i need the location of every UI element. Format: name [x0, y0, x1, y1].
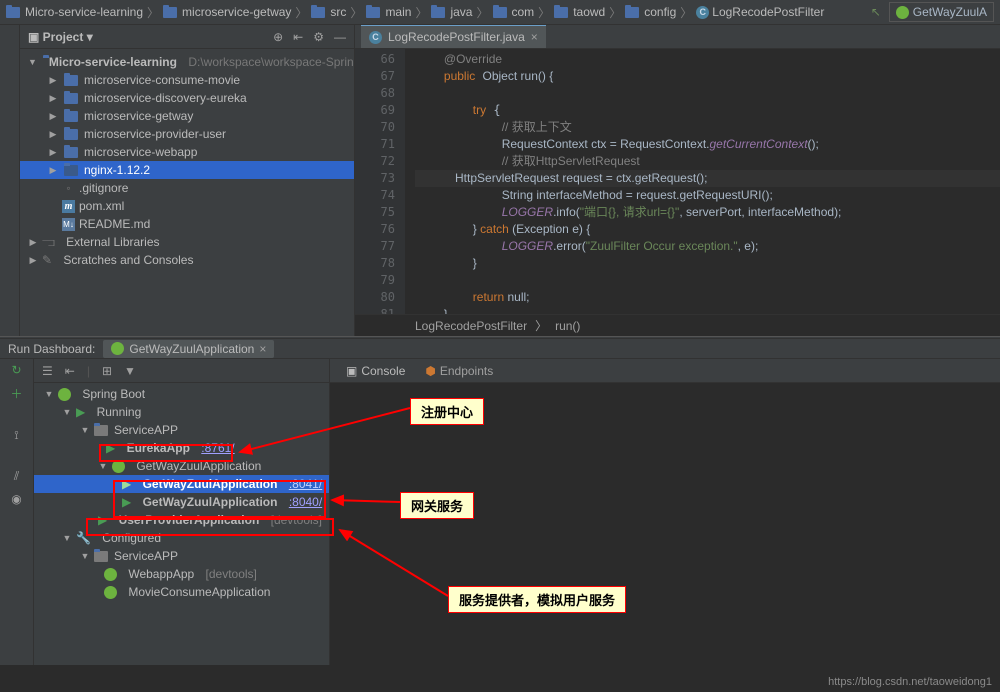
- rt-running[interactable]: ▼▶ Running: [34, 403, 329, 421]
- crumb[interactable]: java: [431, 5, 472, 19]
- run-dashboard-bar: Run Dashboard: GetWayZuulApplication ×: [0, 339, 1000, 359]
- tree-file-gitignore[interactable]: ◦.gitignore: [20, 179, 354, 197]
- filter-icon[interactable]: ▼: [124, 364, 136, 378]
- rt-userprovider[interactable]: ▶ UserProviderApplication [devtools] :90…: [34, 511, 329, 529]
- console-tabs: ▣Console ⬢Endpoints: [330, 359, 1000, 383]
- crumb[interactable]: src: [311, 5, 346, 19]
- editor: C LogRecodePostFilter.java × 66676869707…: [355, 25, 1000, 336]
- line-gutter[interactable]: 6667686970717273747576777879808182: [355, 49, 405, 314]
- close-icon[interactable]: ×: [531, 30, 538, 44]
- tree-module[interactable]: ▶microservice-provider-user: [20, 125, 354, 143]
- run-tree-panel: ☰ ⇤ | ⊞ ▼ ▼ Spring Boot ▼▶ Running ▼Serv…: [34, 359, 330, 665]
- run-config-selector[interactable]: GetWayZuulA: [889, 2, 994, 22]
- editor-tab-label: LogRecodePostFilter.java: [388, 30, 525, 44]
- rt-serviceapp[interactable]: ▼ServiceAPP: [34, 421, 329, 439]
- run-toolbar: ↻ ＋ ⟟ ⫽ ◉: [0, 359, 34, 665]
- left-gutter-bar[interactable]: [0, 25, 20, 336]
- tab-endpoints[interactable]: ⬢Endpoints: [417, 360, 501, 382]
- tree-file-readme[interactable]: M↓README.md: [20, 215, 354, 233]
- crumb-class[interactable]: CLogRecodePostFilter: [696, 5, 824, 19]
- crumb[interactable]: main: [366, 5, 411, 19]
- close-icon[interactable]: ×: [259, 342, 266, 356]
- rt-spring-boot[interactable]: ▼ Spring Boot: [34, 385, 329, 403]
- annotation-label-3: 服务提供者，模拟用户服务: [448, 586, 626, 613]
- tree-module[interactable]: ▶microservice-discovery-eureka: [20, 89, 354, 107]
- crumb[interactable]: microservice-getway: [163, 5, 291, 19]
- java-class-icon: C: [369, 31, 382, 44]
- project-tool-window: ▣ Project ▾ ⊕ ⇤ ⚙ — ▼Micro-service-learn…: [20, 25, 355, 336]
- tree-scratches[interactable]: ▶✎ Scratches and Consoles: [20, 251, 354, 269]
- run-dashboard-tab-label: GetWayZuulApplication: [129, 342, 254, 356]
- spring-icon: [111, 342, 124, 355]
- editor-tabs: C LogRecodePostFilter.java ×: [355, 25, 1000, 49]
- editor-tab[interactable]: C LogRecodePostFilter.java ×: [361, 25, 546, 48]
- rt-webapp[interactable]: WebappApp [devtools]: [34, 565, 329, 583]
- tree-module[interactable]: ▶microservice-webapp: [20, 143, 354, 161]
- collapse-all-icon[interactable]: ⇤: [293, 30, 303, 44]
- run-dashboard-title: Run Dashboard:: [8, 342, 95, 356]
- rt-serviceapp-2[interactable]: ▼ServiceAPP: [34, 547, 329, 565]
- tree-module[interactable]: ▶microservice-getway: [20, 107, 354, 125]
- tree-module[interactable]: ▶microservice-consume-movie: [20, 71, 354, 89]
- spring-icon: [896, 6, 909, 19]
- console-body[interactable]: [330, 383, 1000, 665]
- camera-icon[interactable]: ◉: [11, 492, 21, 506]
- layout-icon[interactable]: ⊞: [102, 364, 112, 378]
- tree-file-pom[interactable]: mpom.xml: [20, 197, 354, 215]
- scroll-from-source-icon[interactable]: ⊕: [273, 30, 283, 44]
- page-watermark: https://blog.csdn.net/taoweidong1: [820, 674, 1000, 692]
- hide-icon[interactable]: —: [334, 30, 346, 44]
- crumb-root[interactable]: Micro-service-learning: [6, 5, 143, 19]
- run-dashboard-tab[interactable]: GetWayZuulApplication ×: [103, 340, 274, 358]
- run-config-label: GetWayZuulA: [913, 5, 987, 19]
- crumb[interactable]: taowd: [554, 5, 605, 19]
- crumb[interactable]: config: [625, 5, 676, 19]
- breadcrumb: Micro-service-learning〉 microservice-get…: [0, 0, 1000, 25]
- run-tree-toolbar: ☰ ⇤ | ⊞ ▼: [34, 359, 329, 383]
- rt-configured[interactable]: ▼🔧 Configured: [34, 529, 329, 547]
- project-view-selector[interactable]: ▣ Project ▾: [28, 30, 93, 44]
- annotation-label-2: 网关服务: [400, 492, 474, 519]
- tree-item-nginx[interactable]: ▶nginx-1.12.2: [20, 161, 354, 179]
- rt-movie[interactable]: MovieConsumeApplication: [34, 583, 329, 601]
- expand-icon[interactable]: ☰: [42, 364, 53, 378]
- pin-icon[interactable]: ⟟: [14, 428, 18, 443]
- crumb[interactable]: com: [493, 5, 535, 19]
- project-tree[interactable]: ▼Micro-service-learning D:\workspace\wor…: [20, 49, 354, 336]
- tree-root[interactable]: ▼Micro-service-learning D:\workspace\wor…: [20, 53, 354, 71]
- endpoints-icon: ⬢: [425, 364, 435, 378]
- rt-eureka[interactable]: ▶ EurekaApp :8761/: [34, 439, 329, 457]
- code-area[interactable]: @Override public Object run() { try { //…: [405, 49, 1000, 314]
- run-tree[interactable]: ▼ Spring Boot ▼▶ Running ▼ServiceAPP ▶ E…: [34, 383, 329, 665]
- settings-icon[interactable]: ⫽: [14, 469, 19, 484]
- build-icon[interactable]: ↖: [871, 5, 881, 19]
- rerun-icon[interactable]: ↻: [11, 363, 21, 377]
- rt-getway-2[interactable]: ▶ GetWayZuulApplication :8040/: [34, 493, 329, 511]
- annotation-label-1: 注册中心: [410, 398, 484, 425]
- console-icon: ▣: [346, 364, 357, 378]
- editor-breadcrumb[interactable]: LogRecodePostFilter〉run(): [355, 314, 1000, 336]
- tree-external-libs[interactable]: ▶⫎ External Libraries: [20, 233, 354, 251]
- plus-icon[interactable]: ＋: [10, 385, 22, 402]
- tab-console[interactable]: ▣Console: [338, 360, 413, 382]
- rt-getway-1[interactable]: ▶ GetWayZuulApplication :8041/: [34, 475, 329, 493]
- rt-getway-group[interactable]: ▼ GetWayZuulApplication: [34, 457, 329, 475]
- collapse-icon[interactable]: ⇤: [65, 364, 75, 378]
- settings-icon[interactable]: ⚙: [313, 30, 324, 44]
